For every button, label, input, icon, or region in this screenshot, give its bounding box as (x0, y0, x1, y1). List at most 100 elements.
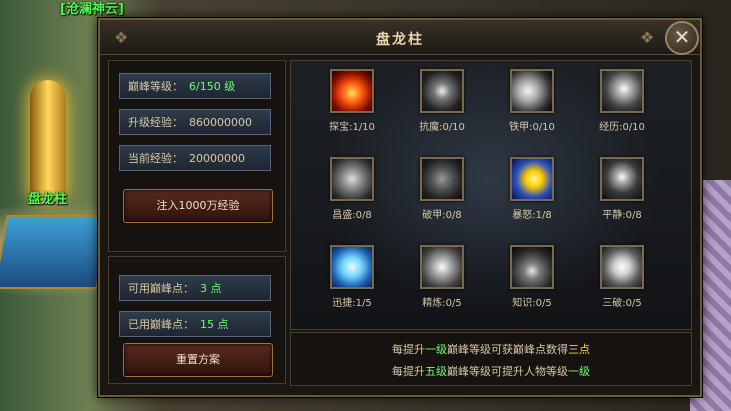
upgrade-exp-value: 860000000 (189, 116, 252, 129)
skill-label: 铁甲:0/10 (487, 118, 577, 133)
skill-count: 1/10 (352, 122, 375, 133)
skill-label: 昌盛:0/8 (307, 206, 397, 221)
skill-name: 昌盛 (332, 210, 353, 221)
skill-label: 迅捷:1/5 (307, 294, 397, 309)
info-box: 每提升一级巅峰等级可获巅峰点数得三点 每提升五级巅峰等级可提升人物等级一级 (290, 332, 692, 386)
current-exp-label: 当前经验： (128, 152, 183, 165)
info-highlight: 三点 (568, 343, 590, 356)
dragon-pillar-window: ❖ 盘龙柱 ❖ ✕ 巅峰等级： 6/150 级 升级经验： 860000000 当前… (98, 18, 702, 397)
available-points-field: 可用巅峰点： 3 点 (119, 275, 271, 301)
skill-slot[interactable]: 平静:0/8 (577, 157, 667, 221)
swords-icon[interactable] (510, 245, 554, 289)
info-text: 每提升 (392, 343, 425, 356)
skill-name: 暴怒 (512, 210, 533, 221)
experience-section: 巅峰等级： 6/150 级 升级经验： 860000000 当前经验： 2000000… (108, 60, 286, 252)
skill-label: 精炼:0/5 (397, 294, 487, 309)
skill-label: 经历:0/10 (577, 118, 667, 133)
skill-slot[interactable]: 迅捷:1/5 (307, 245, 397, 309)
info-line-1: 每提升一级巅峰等级可获巅峰点数得三点 (291, 341, 691, 357)
skill-count: 0/10 (622, 122, 645, 133)
used-points-label: 已用巅峰点： (128, 318, 194, 331)
skill-slot[interactable]: 知识:0/5 (487, 245, 577, 309)
ice-crystal-icon[interactable] (330, 245, 374, 289)
skill-count: 0/5 (535, 298, 552, 309)
skill-name: 知识 (512, 298, 533, 309)
skill-grid: 探宝:1/10 抗魔:0/10 铁甲:0/10 经历:0/10 昌盛:0/8 破甲:0/8… (290, 60, 692, 330)
used-points-field: 已用巅峰点： 15 点 (119, 311, 271, 337)
ornament-right-icon: ❖ (640, 28, 655, 47)
skill-slot[interactable]: 抗魔:0/10 (397, 69, 487, 133)
skill-name: 经历 (599, 122, 620, 133)
thunder-icon[interactable] (510, 157, 554, 201)
skill-name: 破甲 (422, 210, 443, 221)
totem-base (0, 215, 111, 289)
upgrade-exp-label: 升级经验： (128, 116, 183, 129)
skill-name: 三破 (602, 298, 623, 309)
skill-count: 1/8 (535, 210, 552, 221)
info-highlight: 一级 (425, 343, 447, 356)
used-points-value: 15 点 (200, 318, 229, 331)
lightning-icon[interactable] (600, 245, 644, 289)
skill-label: 暴怒:1/8 (487, 206, 577, 221)
skill-slot[interactable]: 精炼:0/5 (397, 245, 487, 309)
figure-icon[interactable] (600, 157, 644, 201)
whirlwind-icon[interactable] (600, 69, 644, 113)
skill-count: 0/10 (532, 122, 555, 133)
skill-name: 探宝 (329, 122, 350, 133)
skill-slot[interactable]: 昌盛:0/8 (307, 157, 397, 221)
skill-count: 0/5 (625, 298, 642, 309)
skill-label: 探宝:1/10 (307, 118, 397, 133)
info-text: 巅峰等级可获巅峰点数得 (447, 343, 568, 356)
skill-slot[interactable]: 三破:0/5 (577, 245, 667, 309)
skill-count: 0/8 (625, 210, 642, 221)
world-top-label: [沧澜神云] (60, 2, 124, 17)
skill-slot[interactable]: 破甲:0/8 (397, 157, 487, 221)
available-points-value: 3 点 (200, 282, 222, 295)
info-highlight: 五级 (425, 365, 447, 378)
skill-label: 破甲:0/8 (397, 206, 487, 221)
totem-name-label: 盘龙柱 (28, 192, 68, 207)
claw-slash-icon[interactable] (510, 69, 554, 113)
peak-level-field: 巅峰等级： 6/150 级 (119, 73, 271, 99)
current-exp-field: 当前经验： 20000000 (119, 145, 271, 171)
info-highlight: 一级 (568, 365, 590, 378)
skill-label: 平静:0/8 (577, 206, 667, 221)
points-section: 可用巅峰点： 3 点 已用巅峰点： 15 点 重置方案 (108, 256, 286, 384)
info-text: 每提升 (392, 365, 425, 378)
title-bar[interactable]: ❖ 盘龙柱 ❖ ✕ (100, 20, 700, 55)
fire-orb-icon[interactable] (330, 69, 374, 113)
info-text: 巅峰等级可提升人物等级 (447, 365, 568, 378)
reset-plan-button[interactable]: 重置方案 (123, 343, 273, 377)
current-exp-value: 20000000 (189, 152, 245, 165)
skill-slot[interactable]: 经历:0/10 (577, 69, 667, 133)
skill-name: 精炼 (422, 298, 443, 309)
skill-count: 1/5 (355, 298, 372, 309)
skill-count: 0/5 (445, 298, 462, 309)
skill-count: 0/10 (442, 122, 465, 133)
skill-name: 抗魔 (419, 122, 440, 133)
skill-name: 平静 (602, 210, 623, 221)
skill-label: 知识:0/5 (487, 294, 577, 309)
skill-slot[interactable]: 铁甲:0/10 (487, 69, 577, 133)
peak-level-label: 巅峰等级： (128, 80, 183, 93)
info-line-2: 每提升五级巅峰等级可提升人物等级一级 (291, 363, 691, 379)
beast-icon[interactable] (420, 157, 464, 201)
skill-count: 0/8 (355, 210, 372, 221)
skill-label: 三破:0/5 (577, 294, 667, 309)
upgrade-exp-field: 升级经验： 860000000 (119, 109, 271, 135)
inject-exp-button[interactable]: 注入1000万经验 (123, 189, 273, 223)
available-points-label: 可用巅峰点： (128, 282, 194, 295)
window-title: 盘龙柱 (376, 32, 424, 48)
skill-name: 铁甲 (509, 122, 530, 133)
skill-label: 抗魔:0/10 (397, 118, 487, 133)
skill-slot[interactable]: 探宝:1/10 (307, 69, 397, 133)
close-icon: ✕ (673, 25, 691, 49)
mist-icon[interactable] (330, 157, 374, 201)
close-button[interactable]: ✕ (665, 21, 699, 55)
peak-level-value: 6/150 级 (189, 80, 236, 93)
dark-smoke-icon[interactable] (420, 69, 464, 113)
skill-slot[interactable]: 暴怒:1/8 (487, 157, 577, 221)
dragon-icon[interactable] (420, 245, 464, 289)
dragon-totem[interactable] (30, 80, 66, 200)
game-scene: [沧澜神云] 盘龙柱 ❖ 盘龙柱 ❖ ✕ 巅峰等级： 6/150 级 升级经验： 8… (0, 0, 731, 411)
